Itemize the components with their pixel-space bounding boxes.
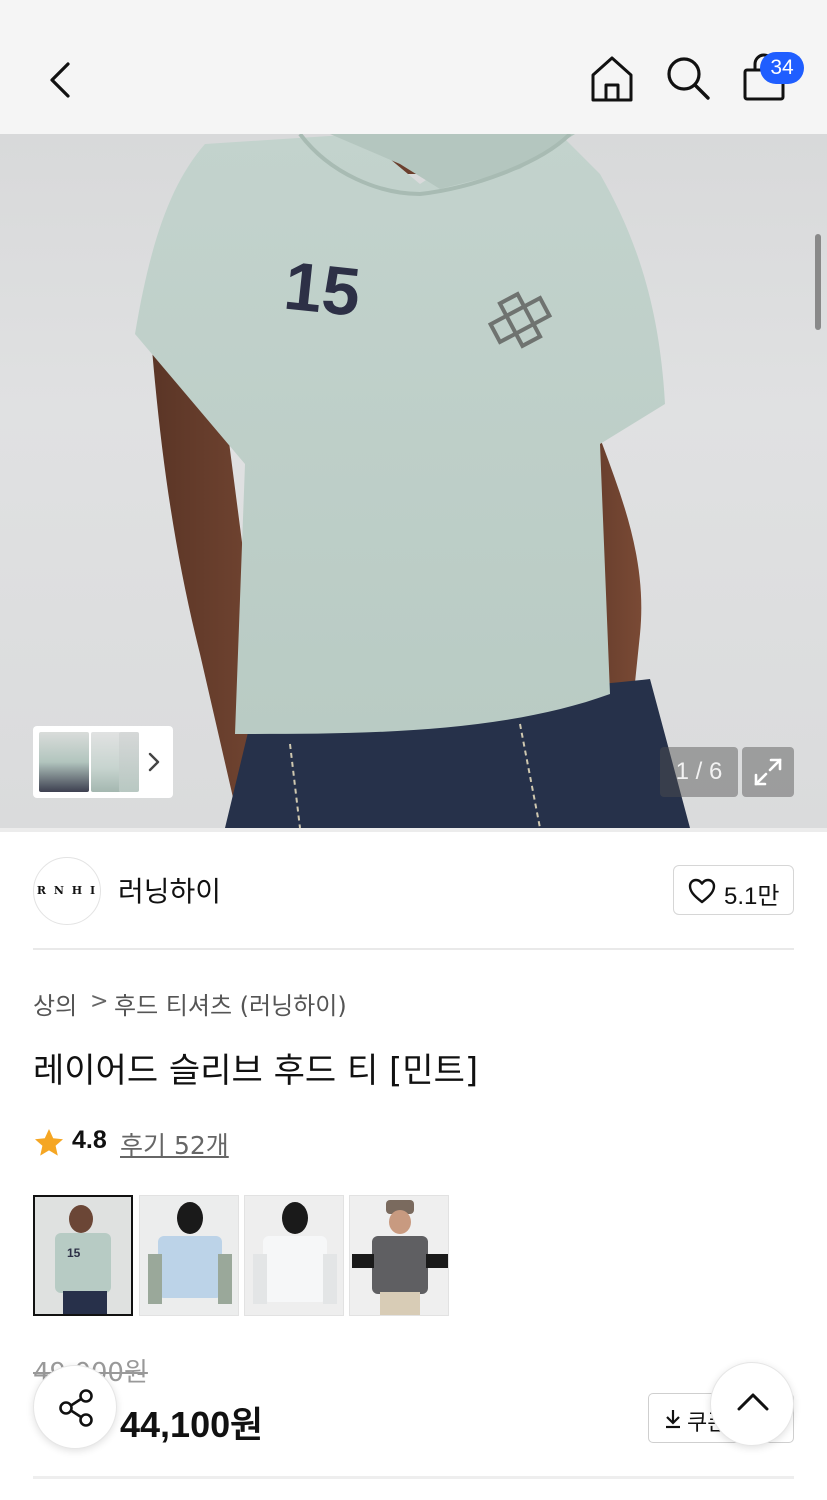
breadcrumb-category[interactable]: 상의 [33, 986, 77, 1021]
product-photo: 15 [135, 134, 690, 828]
breadcrumb-separator: > [90, 989, 109, 1014]
share-button[interactable] [33, 1365, 117, 1449]
home-icon [591, 56, 633, 102]
home-button[interactable] [586, 52, 638, 104]
swatch-image [350, 1196, 448, 1315]
expand-button[interactable] [742, 747, 794, 797]
review-count-link[interactable]: 후기 52개 [120, 1126, 229, 1162]
brand-name[interactable]: 러닝하이 [118, 870, 221, 910]
download-icon [666, 1410, 680, 1429]
sale-price: 44,100원 [120, 1404, 264, 1445]
expand-icon [754, 758, 782, 786]
search-button[interactable] [662, 52, 714, 104]
back-icon [50, 62, 70, 98]
star-icon [35, 1129, 63, 1156]
swatch-image [245, 1196, 343, 1315]
section-divider [0, 828, 827, 832]
rating-value: 4.8 [72, 1126, 107, 1154]
like-button[interactable]: 5.1만 [673, 865, 794, 915]
brand-logo[interactable]: R N H I [33, 857, 101, 925]
gallery-thumb[interactable] [91, 732, 121, 792]
chevron-up-icon [737, 1393, 769, 1411]
search-icon [667, 57, 710, 100]
gallery-thumb[interactable] [39, 732, 89, 792]
back-button[interactable] [40, 58, 80, 102]
swatch-image [140, 1196, 238, 1315]
like-count: 5.1만 [724, 883, 780, 910]
scroll-indicator[interactable] [815, 234, 821, 330]
product-image[interactable]: 15 [0, 134, 827, 828]
top-app-bar: 34 [0, 0, 827, 134]
svg-text:15: 15 [281, 248, 364, 331]
product-title: 레이어드 슬리브 후드 티 [민트] [33, 1051, 479, 1091]
cart-count-badge: 34 [760, 52, 804, 84]
heart-icon [688, 878, 716, 904]
svg-text:15: 15 [67, 1246, 81, 1260]
chevron-right-icon [148, 752, 160, 772]
image-counter: 1 / 6 [660, 747, 738, 797]
divider [33, 1476, 794, 1479]
scroll-to-top-button[interactable] [710, 1362, 794, 1446]
color-option-charcoal[interactable] [349, 1195, 449, 1316]
color-option-white[interactable] [244, 1195, 344, 1316]
divider [33, 948, 794, 950]
share-icon [59, 1389, 93, 1427]
color-option-mint[interactable]: 15 [33, 1195, 133, 1316]
gallery-thumbnail-strip[interactable] [33, 726, 173, 798]
color-option-sky[interactable] [139, 1195, 239, 1316]
breadcrumb-subcategory[interactable]: 후드 티셔츠 (러닝하이) [114, 986, 347, 1021]
swatch-image: 15 [35, 1197, 131, 1314]
gallery-thumb[interactable] [119, 732, 139, 792]
